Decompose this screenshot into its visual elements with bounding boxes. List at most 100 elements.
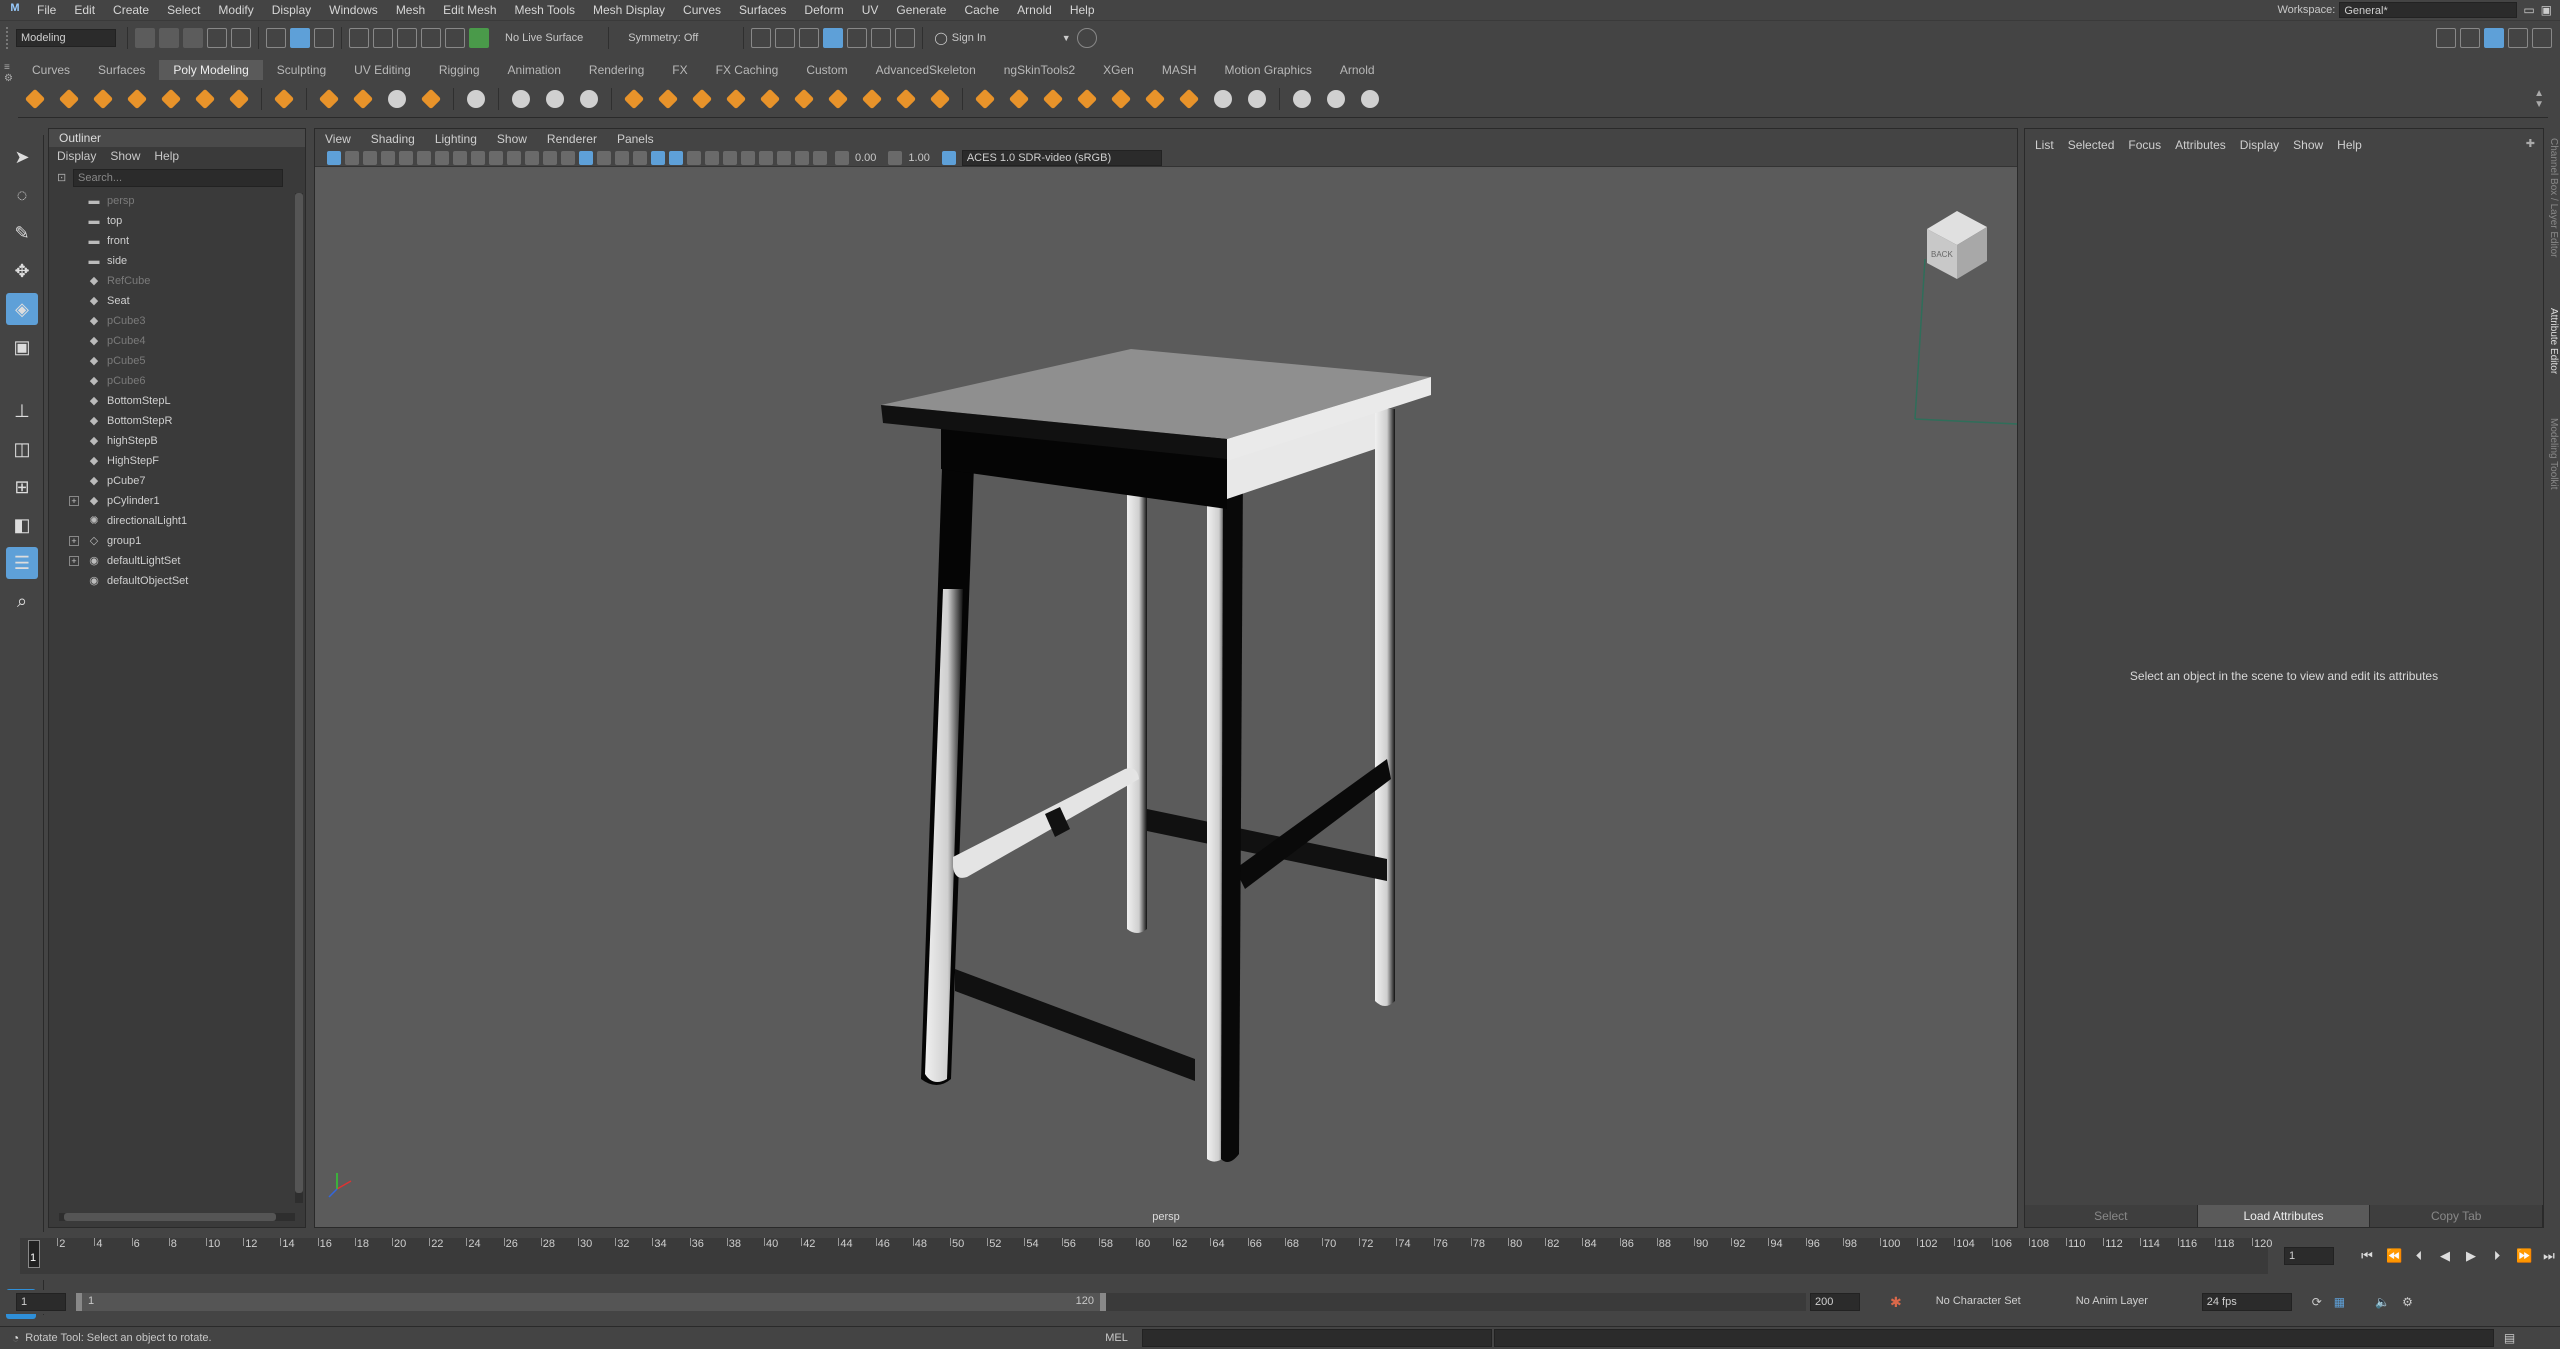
- command-language-toggle[interactable]: MEL: [1105, 1332, 1128, 1344]
- grab-icon[interactable]: [1323, 86, 1349, 112]
- open-scene-icon[interactable]: [159, 27, 179, 48]
- shelf-tab-sculpting[interactable]: Sculpting: [263, 60, 340, 80]
- outliner-item[interactable]: + ◉ defaultLightSet: [49, 551, 305, 571]
- target-weld-icon[interactable]: [927, 86, 953, 112]
- menu-mesh-display[interactable]: Mesh Display: [584, 0, 674, 20]
- outliner-item[interactable]: ▬ side: [49, 251, 305, 271]
- gate-mask-icon[interactable]: [489, 150, 503, 165]
- extrude-icon[interactable]: [825, 86, 851, 112]
- render-frame-icon[interactable]: [751, 27, 772, 48]
- select-component-icon[interactable]: [314, 27, 334, 48]
- outliner-item[interactable]: ▬ top: [49, 211, 305, 231]
- outliner-item[interactable]: + ◆ pCylinder1: [49, 491, 305, 511]
- attr-menu-help[interactable]: Help: [2337, 138, 2362, 152]
- bookmark-icon[interactable]: [363, 150, 377, 165]
- fill-hole-icon[interactable]: [859, 86, 885, 112]
- viewport-menu-shading[interactable]: Shading: [371, 129, 415, 149]
- outliner-item[interactable]: + ◇ group1: [49, 531, 305, 551]
- front-stretcher[interactable]: [953, 768, 1139, 878]
- shelf-tab-motion-graphics[interactable]: Motion Graphics: [1211, 60, 1326, 80]
- render-settings-icon[interactable]: [823, 27, 844, 48]
- outliner-item[interactable]: ◆ RefCube: [49, 271, 305, 291]
- menu-edit[interactable]: Edit: [65, 0, 104, 20]
- step-forward-key-icon[interactable]: ⏩: [2516, 1249, 2532, 1263]
- outliner-item[interactable]: ▬ persp: [49, 191, 305, 211]
- layout-character-icon[interactable]: [2460, 27, 2480, 48]
- default-material-icon[interactable]: [597, 150, 611, 165]
- retopo-icon[interactable]: [723, 86, 749, 112]
- save-scene-icon[interactable]: [183, 27, 203, 48]
- wedge-icon[interactable]: [1142, 86, 1168, 112]
- load-attributes-button[interactable]: Load Attributes: [2197, 1205, 2371, 1227]
- go-to-end-icon[interactable]: ⏭: [2542, 1249, 2556, 1263]
- undo-icon[interactable]: [207, 27, 227, 48]
- expand-icon[interactable]: +: [69, 536, 79, 546]
- menu-select[interactable]: Select: [158, 0, 209, 20]
- shelf-tab-ngskintools2[interactable]: ngSkinTools2: [990, 60, 1089, 80]
- use-all-lights-icon[interactable]: [651, 150, 665, 165]
- outliner-search-input[interactable]: Search...: [73, 169, 283, 187]
- multi-cut-icon[interactable]: [893, 86, 919, 112]
- range-slider-track[interactable]: 1 120: [76, 1293, 1106, 1311]
- menu-file[interactable]: File: [28, 0, 65, 20]
- expand-icon[interactable]: +: [69, 496, 79, 506]
- shelf-tab-surfaces[interactable]: Surfaces: [84, 60, 159, 80]
- outliner-scroll-thumb[interactable]: [295, 193, 303, 1193]
- menu-windows[interactable]: Windows: [320, 0, 387, 20]
- grease-pencil-icon[interactable]: [417, 150, 431, 165]
- menu-modify[interactable]: Modify: [209, 0, 262, 20]
- render-view-icon[interactable]: [871, 27, 892, 48]
- front-right-leg-shade[interactable]: [1221, 469, 1243, 1163]
- shelf-toggle-icon[interactable]: ≡ ⚙: [4, 62, 14, 112]
- layout-tool-settings-icon[interactable]: [2508, 27, 2528, 48]
- wireframe-on-shaded-icon[interactable]: [615, 150, 629, 165]
- tab-channel-box[interactable]: Channel Box / Layer Editor: [2548, 138, 2559, 258]
- step-back-frame-icon[interactable]: ⏴: [2412, 1249, 2426, 1263]
- poly-cylinder-icon[interactable]: [90, 86, 116, 112]
- poly-plane-icon[interactable]: [192, 86, 218, 112]
- select-button[interactable]: Select: [2025, 1205, 2198, 1227]
- xray-joints-icon[interactable]: [795, 150, 809, 165]
- menu-help[interactable]: Help: [1061, 0, 1104, 20]
- outliner-item[interactable]: ◆ highStepB: [49, 431, 305, 451]
- menu-edit-mesh[interactable]: Edit Mesh: [434, 0, 505, 20]
- left-stretcher[interactable]: [955, 969, 1195, 1081]
- outliner-item[interactable]: ◆ pCube3: [49, 311, 305, 331]
- live-surface-label[interactable]: No Live Surface: [505, 32, 583, 44]
- tab-attribute-editor[interactable]: Attribute Editor: [2548, 308, 2559, 374]
- append-polygon-icon[interactable]: [1074, 86, 1100, 112]
- outliner-item[interactable]: ◉ defaultObjectSet: [49, 571, 305, 591]
- poly-sphere-icon[interactable]: [22, 86, 48, 112]
- super-shape-icon[interactable]: [316, 86, 342, 112]
- scale-tool-icon[interactable]: ▣: [6, 331, 38, 363]
- outliner-item[interactable]: ◆ pCube4: [49, 331, 305, 351]
- outliner-persp-icon[interactable]: ☰: [6, 547, 38, 579]
- attr-menu-selected[interactable]: Selected: [2068, 138, 2115, 152]
- shelf-tab-rendering[interactable]: Rendering: [575, 60, 658, 80]
- select-tool-icon[interactable]: ➤: [6, 141, 38, 173]
- remesh-icon[interactable]: [689, 86, 715, 112]
- snap-point-icon[interactable]: [397, 27, 417, 48]
- outliner-item[interactable]: ◆ HighStepF: [49, 451, 305, 471]
- snap-view-plane-icon[interactable]: [445, 27, 465, 48]
- shelf-tab-mash[interactable]: MASH: [1148, 60, 1211, 80]
- view-transform-dropdown[interactable]: ACES 1.0 SDR-video (sRGB): [961, 149, 1162, 166]
- shadows-icon[interactable]: [669, 150, 683, 165]
- user-icon[interactable]: ◯: [934, 31, 947, 45]
- menu-deform[interactable]: Deform: [795, 0, 852, 20]
- shelf-tab-poly-modeling[interactable]: Poly Modeling: [159, 60, 263, 80]
- bevel-icon[interactable]: [757, 86, 783, 112]
- anim-layer-dropdown[interactable]: No Anim Layer: [2072, 1293, 2192, 1311]
- safe-action-icon[interactable]: [525, 150, 539, 165]
- redo-icon[interactable]: [231, 27, 251, 48]
- filter-icon[interactable]: ⊡: [57, 171, 66, 184]
- select-object-icon[interactable]: [290, 27, 310, 48]
- render-sequence-icon[interactable]: [775, 27, 796, 48]
- viewport-canvas[interactable]: BACK persp: [315, 169, 2018, 1227]
- shelf-tab-uv-editing[interactable]: UV Editing: [340, 60, 425, 80]
- xray-icon[interactable]: [777, 150, 791, 165]
- new-scene-icon[interactable]: [135, 27, 155, 48]
- side-by-side-icon[interactable]: ◧: [6, 509, 38, 541]
- pause-icon[interactable]: [895, 27, 916, 48]
- outliner-menu-show[interactable]: Show: [110, 149, 140, 163]
